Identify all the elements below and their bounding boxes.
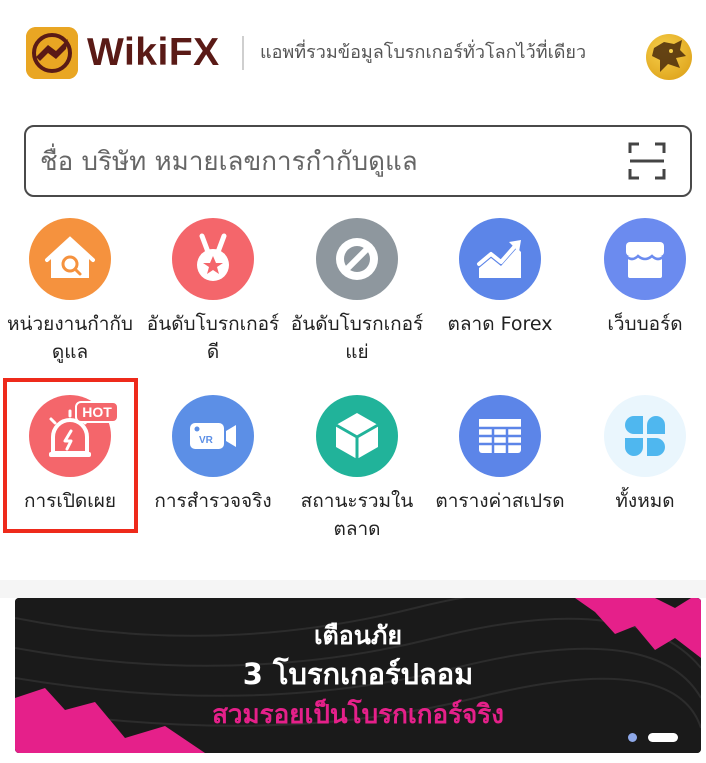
menu-label: หน่วยงานกำกับดูแล (7, 313, 133, 363)
svg-text:VR: VR (199, 435, 214, 446)
header-divider (242, 36, 244, 70)
search-input[interactable]: ชื่อ บริษัท หมายเลขการกำกับดูแล (24, 125, 692, 197)
menu-label: ทั้งหมด (615, 490, 675, 512)
menu-item-all[interactable]: ทั้งหมด (575, 395, 706, 515)
banner-title: เตือนภัย (313, 621, 402, 650)
menu-label: ตลาด Forex (447, 313, 553, 335)
menu-item-good-brokers[interactable]: อันดับโบรกเกอร์ดี (143, 218, 283, 366)
banner-headline: 3 โบรกเกอร์ปลอม (242, 657, 474, 691)
menu-label: อันดับโบรกเกอร์ดี (146, 313, 280, 363)
cube-icon (316, 395, 398, 477)
table-grid-icon (459, 395, 541, 477)
regulator-house-icon (29, 218, 111, 300)
menu-label: ตารางค่าสเปรด (435, 490, 565, 512)
scan-icon[interactable] (628, 142, 666, 180)
brand-name: WikiFX (87, 31, 220, 74)
section-divider (0, 580, 706, 598)
user-avatar[interactable] (646, 34, 692, 80)
carousel-dot-active[interactable] (648, 733, 678, 742)
trend-chart-icon (459, 218, 541, 300)
search-placeholder: ชื่อ บริษัท หมายเลขการกำกับดูแล (40, 147, 418, 177)
wikifx-logo-icon[interactable] (26, 27, 78, 79)
menu-item-spread-table[interactable]: ตารางค่าสเปรด (430, 395, 570, 515)
app-header: WikiFX แอพที่รวมข้อมูลโบรกเกอร์ทั่วโลกไว… (0, 0, 706, 100)
vr-camera-icon: VR (172, 395, 254, 477)
selection-highlight (3, 378, 138, 533)
menu-item-regulators[interactable]: หน่วยงานกำกับดูแล (0, 218, 140, 366)
slogan-text: แอพที่รวมข้อมูลโบรกเกอร์ทั่วโลกไว้ที่เดี… (260, 42, 587, 63)
ban-icon (316, 218, 398, 300)
menu-item-forum[interactable]: เว็บบอร์ด (575, 218, 706, 338)
clover-grid-icon (604, 395, 686, 477)
carousel-dot[interactable] (628, 733, 637, 742)
menu-item-market-status[interactable]: สถานะรวมในตลาด (287, 395, 427, 543)
promo-banner[interactable]: เตือนภัย 3 โบรกเกอร์ปลอม สวมรอยเป็นโบรกเ… (15, 598, 701, 753)
store-icon (604, 218, 686, 300)
menu-label: สถานะรวมในตลาด (300, 490, 414, 540)
banner-subheadline: สวมรอยเป็นโบรกเกอร์จริง (212, 700, 504, 730)
menu-label: อันดับโบรกเกอร์แย่ (290, 313, 424, 363)
menu-label: เว็บบอร์ด (607, 313, 683, 335)
menu-item-bad-brokers[interactable]: อันดับโบรกเกอร์แย่ (287, 218, 427, 366)
menu-label: การสำรวจจริง (154, 490, 272, 512)
menu-item-forex[interactable]: ตลาด Forex (430, 218, 570, 338)
medal-icon (172, 218, 254, 300)
menu-item-field-survey[interactable]: VR การสำรวจจริง (143, 395, 283, 515)
